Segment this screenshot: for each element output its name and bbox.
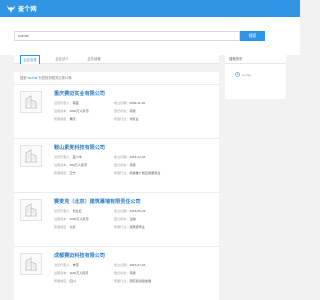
building-icon [20, 91, 42, 113]
result-list: 重庆赛迈实业有限公司 法定代表人：蔡盛 成立日期：2009-11-06 注册资本… [14, 84, 219, 300]
legal-rep-row: 法定代表人：蔡盛 [54, 101, 79, 105]
result-card: 重庆赛迈实业有限公司 法定代表人：蔡盛 成立日期：2009-11-06 注册资本… [14, 84, 219, 138]
tab-business-scope[interactable]: 企业经营 [84, 55, 104, 64]
search-history-panel: 搜索历史 suzhai [225, 55, 286, 99]
search-area: suzhai 搜索 [0, 17, 300, 55]
status-row: 登记状态：存续 [114, 271, 136, 275]
site-logo[interactable]: 查个网 [5, 3, 41, 14]
capital-row: 注册资本：2000万人民币 [54, 217, 89, 221]
result-summary: 搜索"suzhai"为您找到相关记录12条 [14, 72, 219, 84]
legal-rep-row: 法定代表人：何立红 [54, 209, 82, 213]
search-button[interactable]: 搜索 [240, 31, 265, 41]
search-input[interactable]: suzhai [14, 31, 240, 41]
founded-row: 成立日期：2015-05-29 [114, 209, 146, 213]
main-content: 企业名称 企业法人 企业经营 搜索"suzhai"为您找到相关记录12条 重庆赛… [14, 55, 219, 300]
building-icon [20, 145, 42, 167]
summary-middle: 为您找到相关记录 [38, 76, 65, 80]
status-row: 登记状态：存续 [114, 109, 136, 113]
summary-prefix: 搜索 [20, 76, 27, 80]
company-name-link[interactable]: 成都赛迈科技有限公司 [54, 252, 105, 259]
industry-row: 所属行业：科技推广和应用服务业 [114, 171, 161, 175]
region-row: 所属地区：重庆 [54, 117, 76, 121]
company-name-link[interactable]: 重庆赛迈实业有限公司 [54, 90, 105, 97]
result-card: 鞍山素麦科技有限公司 法定代表人：蓝小丰 成立日期：2015-12-26 注册资… [14, 138, 219, 192]
capital-row: 注册资本：2000万人民币 [54, 109, 89, 113]
history-item-label: suzhai [242, 73, 251, 77]
region-row: 所属地区：北京 [54, 225, 76, 229]
summary-suffix: 条 [68, 76, 72, 80]
building-icon [20, 199, 42, 221]
status-row: 登记状态：注销 [114, 217, 136, 221]
capital-row: 注册资本：200万人民币 [54, 163, 88, 167]
industry-row: 所属行业：零售业 [114, 117, 139, 121]
region-row: 所属地区：四川 [54, 279, 76, 283]
legal-rep-row: 法定代表人：蓝小丰 [54, 155, 82, 159]
industry-row: 所属行业：研究和试验发展 [114, 279, 152, 283]
founded-row: 成立日期：2015-12-26 [114, 155, 146, 159]
result-card: 成都赛迈科技有限公司 法定代表人：朱雷 成立日期：2015-07-03 注册资本… [14, 246, 219, 300]
summary-keyword: "suzhai" [26, 76, 39, 80]
tab-company-name[interactable]: 企业名称 [20, 55, 40, 64]
logo-text: 查个网 [18, 6, 37, 13]
result-card: 赛麦克（北京）建筑幕墙有限责任公司 法定代表人：何立红 成立日期：2015-05… [14, 192, 219, 246]
search-history-title: 搜索历史 [225, 55, 286, 64]
legal-rep-row: 法定代表人：朱雷 [54, 263, 79, 267]
company-name-link[interactable]: 鞍山素麦科技有限公司 [54, 144, 105, 151]
history-item[interactable]: suzhai [235, 72, 251, 78]
region-row: 所属地区：辽宁 [54, 171, 76, 175]
building-icon [20, 253, 42, 275]
deer-head-icon [5, 3, 16, 14]
founded-row: 成立日期：2015-07-03 [114, 263, 146, 267]
status-row: 登记状态：存续 [114, 163, 136, 167]
search-type-tabs: 企业名称 企业法人 企业经营 [14, 55, 219, 64]
industry-row: 所属行业：建筑装饰业 [114, 225, 145, 229]
top-bar: 查个网 [0, 0, 300, 17]
tab-legal-person[interactable]: 企业法人 [52, 55, 72, 64]
company-name-link[interactable]: 赛麦克（北京）建筑幕墙有限责任公司 [54, 198, 141, 205]
capital-row: 注册资本：1100万人民币 [54, 271, 89, 275]
clock-icon [235, 72, 240, 78]
founded-row: 成立日期：2009-11-06 [114, 101, 146, 105]
